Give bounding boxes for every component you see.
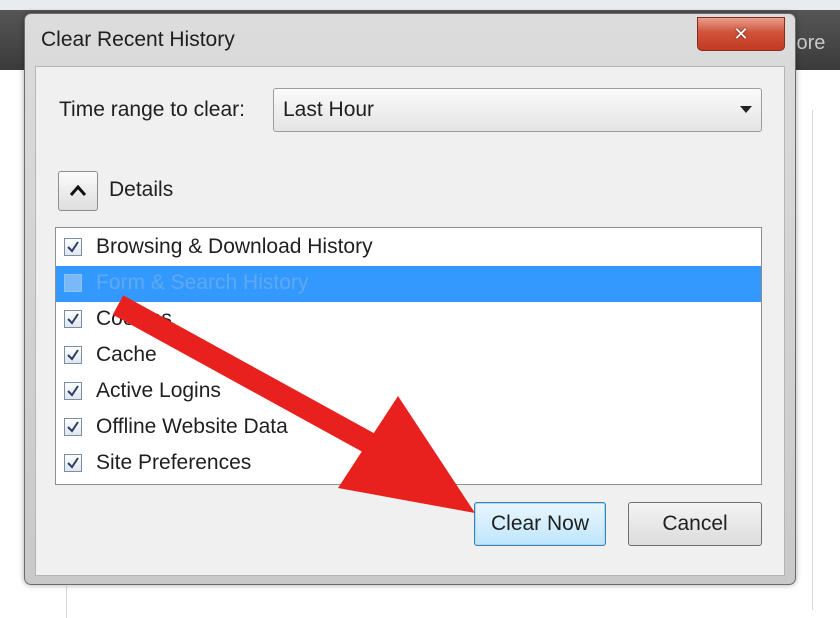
list-item-label: Active Logins: [96, 379, 221, 402]
history-items-list: Browsing & Download History Form & Searc…: [55, 227, 762, 485]
dialog-title: Clear Recent History: [41, 28, 235, 51]
list-item[interactable]: Offline Website Data: [56, 410, 761, 446]
checkbox[interactable]: [64, 382, 82, 400]
checkmark-icon: [67, 313, 79, 325]
close-icon: ✕: [733, 23, 749, 45]
checkmark-icon: [67, 385, 79, 397]
checkbox[interactable]: [64, 238, 82, 256]
background-divider: [66, 586, 67, 618]
chevron-up-icon: [69, 184, 87, 196]
chevron-down-icon: [740, 106, 752, 113]
time-range-select[interactable]: Last Hour: [273, 88, 762, 132]
list-item-label: Cache: [96, 343, 157, 366]
background-app-text: lore: [792, 32, 826, 54]
checkbox[interactable]: [64, 310, 82, 328]
clear-now-button[interactable]: Clear Now: [474, 502, 606, 546]
list-item-label: Offline Website Data: [96, 415, 288, 438]
checkbox[interactable]: [64, 274, 82, 292]
list-item-label: Browsing & Download History: [96, 235, 373, 258]
list-item-label: Site Preferences: [96, 451, 252, 474]
list-item-label: Form & Search History: [96, 271, 309, 294]
checkmark-icon: [67, 457, 79, 469]
list-item[interactable]: Site Preferences: [56, 446, 761, 482]
checkbox[interactable]: [64, 418, 82, 436]
time-range-label: Time range to clear:: [59, 98, 245, 121]
list-item[interactable]: Browsing & Download History: [56, 230, 761, 266]
checkbox[interactable]: [64, 346, 82, 364]
background-app-top-strip: [0, 0, 840, 10]
checkmark-icon: [67, 421, 79, 433]
list-item[interactable]: Active Logins: [56, 374, 761, 410]
close-button[interactable]: ✕: [697, 17, 785, 51]
time-range-value: Last Hour: [283, 98, 375, 121]
background-divider: [812, 110, 813, 610]
cancel-button[interactable]: Cancel: [628, 502, 762, 546]
list-item[interactable]: Form & Search History: [56, 266, 761, 302]
clear-history-dialog: Clear Recent History ✕ Time range to cle…: [24, 13, 796, 585]
list-item-label: Cookies: [96, 307, 172, 330]
list-item[interactable]: Cache: [56, 338, 761, 374]
dialog-content: Time range to clear: Last Hour Details B…: [35, 66, 785, 576]
checkmark-icon: [67, 241, 79, 253]
details-label: Details: [109, 178, 174, 201]
list-item[interactable]: Cookies: [56, 302, 761, 338]
checkbox[interactable]: [64, 454, 82, 472]
details-toggle-button[interactable]: [58, 171, 98, 211]
checkmark-icon: [67, 349, 79, 361]
